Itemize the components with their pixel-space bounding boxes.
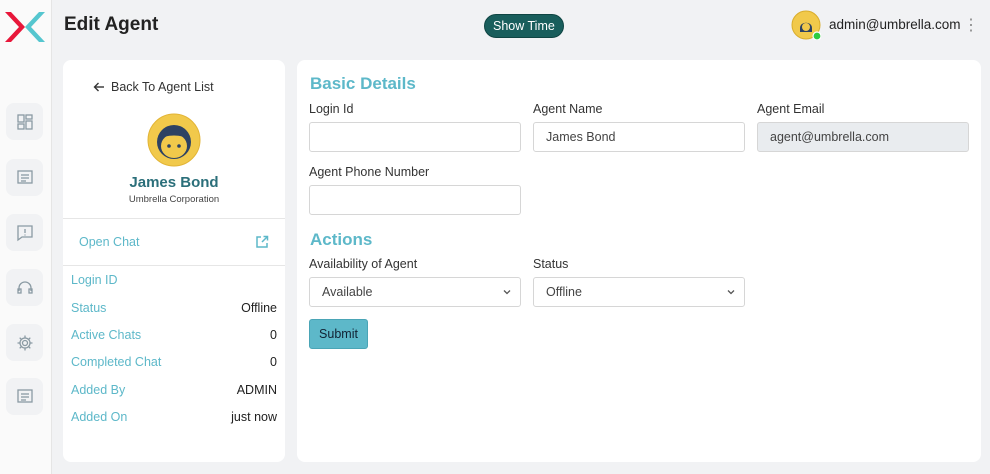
- agent-email-label: Agent Email: [757, 102, 825, 116]
- detail-row-active-chats: Active Chats 0: [71, 328, 277, 342]
- user-email: admin@umbrella.com: [829, 17, 961, 32]
- sidebar-item-alerts[interactable]: [6, 214, 43, 251]
- phone-label: Agent Phone Number: [309, 165, 430, 179]
- support-headset-icon: [16, 280, 33, 294]
- agent-name-label: Agent Name: [533, 102, 603, 116]
- agent-email-input: agent@umbrella.com: [757, 122, 969, 152]
- back-link-label: Back To Agent List: [111, 80, 214, 94]
- status-label: Status: [533, 257, 569, 271]
- brand-logo: [5, 12, 45, 42]
- agent-organization: Umbrella Corporation: [128, 194, 220, 205]
- sidebar-item-settings[interactable]: [6, 324, 43, 361]
- availability-value: Available: [322, 285, 373, 299]
- agent-name-input[interactable]: James Bond: [533, 122, 745, 152]
- availability-select[interactable]: Available: [309, 277, 521, 307]
- sidebar-item-messages[interactable]: [6, 378, 43, 415]
- login-id-label: Login Id: [309, 102, 354, 116]
- detail-row-completed-chat: Completed Chat 0: [71, 355, 277, 369]
- detail-row-status: Status Offline: [71, 301, 277, 315]
- status-select[interactable]: Offline: [533, 277, 745, 307]
- more-options-icon[interactable]: ⋮: [963, 15, 979, 35]
- dashboard-icon: [16, 113, 33, 130]
- agent-avatar: [147, 113, 201, 167]
- detail-row-added-by: Added By ADMIN: [71, 383, 277, 397]
- phone-input[interactable]: [309, 185, 521, 215]
- submit-button[interactable]: Submit: [309, 319, 368, 349]
- sidebar: [0, 0, 52, 474]
- actions-title: Actions: [310, 230, 373, 249]
- chevron-down-icon: [503, 290, 511, 295]
- detail-row-added-on: Added On just now: [71, 410, 277, 424]
- message-list-icon: [16, 388, 33, 403]
- external-link-icon[interactable]: [255, 235, 269, 249]
- sidebar-item-support[interactable]: [6, 269, 43, 306]
- status-value: Offline: [546, 285, 582, 299]
- arrow-left-icon: [93, 82, 104, 92]
- alert-message-icon: [16, 224, 33, 241]
- sidebar-item-dashboard[interactable]: [6, 103, 43, 140]
- open-chat-link[interactable]: Open Chat: [79, 235, 139, 249]
- agent-name: James Bond: [129, 174, 219, 191]
- open-chat-row[interactable]: Open Chat: [63, 218, 285, 266]
- gear-icon: [17, 335, 32, 350]
- page-title: Edit Agent: [64, 14, 159, 35]
- login-id-input[interactable]: [309, 122, 521, 152]
- back-to-agent-list-link[interactable]: Back To Agent List: [93, 80, 214, 94]
- user-avatar[interactable]: [791, 10, 821, 40]
- agent-profile-card: Back To Agent List James Bond Umbrella C…: [63, 60, 285, 462]
- top-bar: Edit Agent Show Time admin@umbrella.com …: [51, 0, 990, 50]
- chat-icon: [16, 169, 33, 184]
- detail-row-login-id: Login ID: [71, 273, 118, 287]
- edit-agent-form: Basic Details Login Id Agent Name James …: [297, 60, 981, 462]
- show-time-button[interactable]: Show Time: [484, 14, 564, 38]
- availability-label: Availability of Agent: [309, 257, 418, 271]
- chevron-down-icon: [727, 290, 735, 295]
- basic-details-title: Basic Details: [310, 74, 416, 93]
- sidebar-item-chat[interactable]: [6, 159, 43, 196]
